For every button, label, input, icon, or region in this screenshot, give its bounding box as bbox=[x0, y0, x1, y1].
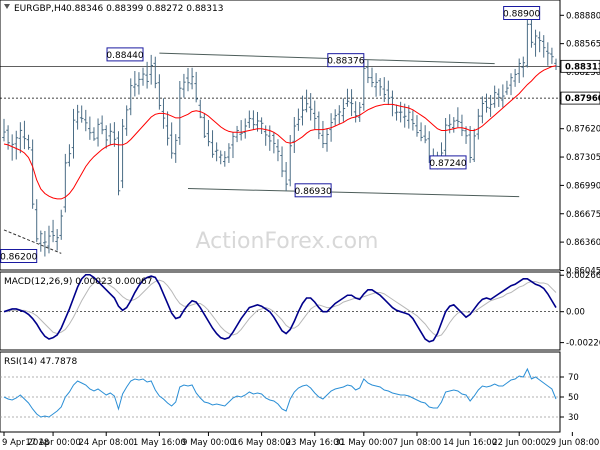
rsi-axis-label: 70 bbox=[568, 373, 579, 383]
time-axis-label: 31 May 00:00 bbox=[335, 438, 393, 448]
rsi-axis-label: 30 bbox=[568, 413, 579, 423]
ohlc-readout: 0.88346 0.88399 0.88272 0.88313 bbox=[66, 4, 223, 14]
time-axis-label: 22 Jun 00:00 bbox=[492, 438, 546, 448]
macd-axis-label: 0.00 bbox=[566, 308, 585, 318]
annotation-label: 0.88376 bbox=[327, 57, 364, 67]
time-axis-label: 24 Apr 08:00 bbox=[79, 438, 134, 448]
price-axis-label: 0.87305 bbox=[566, 153, 600, 163]
price-annotation: 0.86930 bbox=[295, 183, 332, 198]
macd-panel-title: MACD(12,26,9) 0.00023 0.00067 bbox=[4, 277, 153, 287]
price-axis-label: 0.88880 bbox=[566, 11, 600, 21]
annotation-label: 0.88900 bbox=[503, 10, 540, 20]
price-axis-label: 0.86675 bbox=[566, 210, 600, 220]
price-annotation: 0.88440 bbox=[106, 47, 144, 62]
annotation-label: 0.86200 bbox=[0, 253, 37, 263]
chart-canvas: ActionForex.com 0.88440 0.88376 0.88900 0.8… bbox=[0, 0, 600, 450]
price-axis-label: 0.88565 bbox=[566, 40, 600, 50]
time-axis-label: 1 May 16:00 bbox=[133, 438, 186, 448]
time-axis-label: 7 Jun 08:00 bbox=[393, 438, 442, 448]
rsi-panel-title: RSI(14) 47.7878 bbox=[4, 357, 77, 367]
macd-axis-label: -0.00226 bbox=[566, 339, 600, 349]
macd-axis-label: 0.002663 bbox=[566, 271, 600, 281]
price-tag-label: 0.87960 bbox=[565, 94, 600, 104]
price-annotation: 0.88900 bbox=[503, 6, 541, 20]
time-axis-label: 14 Jun 16:00 bbox=[443, 438, 497, 448]
time-axis-label: 16 May 08:00 bbox=[232, 438, 290, 448]
chart-background bbox=[0, 0, 600, 450]
price-annotation: 0.87240 bbox=[429, 155, 467, 170]
annotation-label: 0.88440 bbox=[106, 51, 143, 61]
time-axis-label: 29 Jun 08:00 bbox=[545, 438, 599, 448]
price-axis-label: 0.86360 bbox=[566, 238, 600, 248]
price-axis-label: 0.86990 bbox=[566, 181, 600, 191]
rsi-axis-label: 50 bbox=[568, 393, 579, 403]
time-axis-label: 9 May 00:00 bbox=[182, 438, 235, 448]
price-annotation: 0.86200 bbox=[0, 249, 38, 263]
annotation-label: 0.87240 bbox=[429, 159, 466, 169]
price-panel-title: EURGBP,H4 bbox=[14, 4, 67, 14]
price-axis-label: 0.87620 bbox=[566, 125, 600, 135]
price-tag-label: 0.88313 bbox=[565, 62, 600, 72]
watermark: ActionForex.com bbox=[196, 229, 379, 254]
annotation-label: 0.86930 bbox=[295, 187, 332, 197]
price-annotation: 0.88376 bbox=[327, 53, 365, 68]
time-axis-label: 17 Apr 00:00 bbox=[25, 438, 80, 448]
